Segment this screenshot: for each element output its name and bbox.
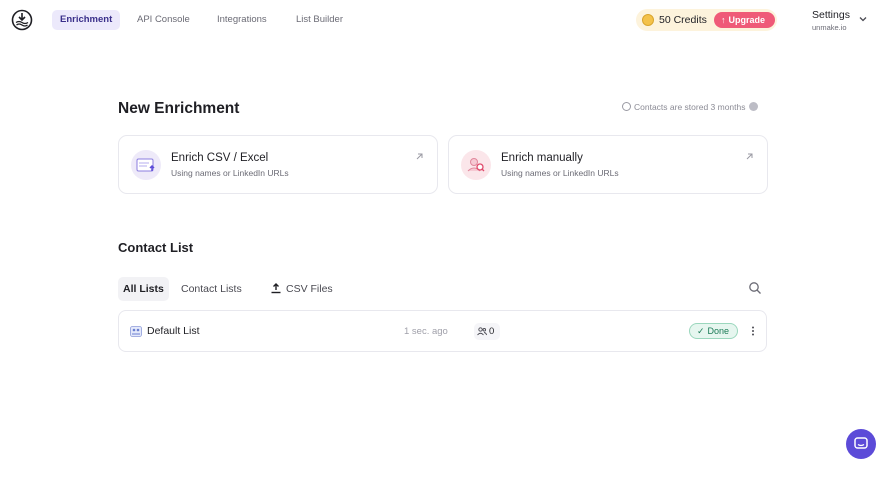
upgrade-button[interactable]: ↑ Upgrade [714,12,775,28]
info-icon[interactable] [748,102,758,111]
card-title: Enrich CSV / Excel [171,152,269,164]
upgrade-label: Upgrade [728,15,766,25]
chevron-down-icon[interactable] [858,14,868,24]
tab-enrichment[interactable]: Enrichment [52,10,121,30]
credits-pill: 50 Credits ↑ Upgrade [636,9,777,31]
person-search-icon [461,150,491,180]
tab-integrations[interactable]: Integrations [209,10,275,30]
tab-contact-lists[interactable]: Contact Lists [176,277,247,301]
more-options-icon[interactable] [749,325,757,337]
table-row[interactable]: Default List 1 sec. ago 0 ✓ Done [118,310,767,352]
enrich-csv-card[interactable]: Enrich CSV / Excel Using names or Linked… [118,135,438,194]
people-icon [477,327,487,336]
tab-csv-files[interactable]: CSV Files [265,277,338,301]
workspace-domain: unmake.io [812,23,847,32]
contact-count: 0 [474,323,500,340]
section-title-contact-list: Contact List [118,240,194,255]
upload-icon [271,283,281,294]
tab-csv-files-label: CSV Files [286,283,333,295]
status-label: Done [707,326,730,336]
search-icon[interactable] [748,281,762,295]
chat-icon [854,437,868,449]
storage-note: Contacts are stored 3 months [622,101,758,113]
section-title-new-enrichment: New Enrichment [118,100,240,117]
list-name[interactable]: Default List [147,325,200,337]
card-subtitle: Using names or LinkedIn URLs [501,168,619,178]
chat-support-button[interactable] [846,429,876,459]
enrich-manually-card[interactable]: Enrich manually Using names or LinkedIn … [448,135,768,194]
credits-count: 50 Credits [659,14,707,26]
check-icon: ✓ [697,326,705,336]
arrow-up-right-icon [416,153,423,160]
status-badge: ✓ Done [689,323,738,339]
clock-icon [622,102,631,111]
contact-count-value: 0 [489,326,495,337]
app-logo-icon[interactable] [11,9,33,31]
tab-list-builder[interactable]: List Builder [288,10,351,30]
card-title: Enrich manually [501,152,583,164]
tab-all-lists[interactable]: All Lists [118,277,169,301]
storage-note-text: Contacts are stored 3 months [634,102,746,112]
arrow-up-right-icon [746,153,753,160]
csv-upload-icon [131,150,161,180]
card-subtitle: Using names or LinkedIn URLs [171,168,289,178]
tab-api-console[interactable]: API Console [129,10,198,30]
top-navigation: Enrichment API Console Integrations List… [0,0,885,40]
list-timestamp: 1 sec. ago [404,326,448,337]
settings-menu[interactable]: Settings [812,9,850,21]
coin-icon [642,14,654,26]
list-icon [130,326,142,337]
arrow-up-icon: ↑ [721,15,726,25]
